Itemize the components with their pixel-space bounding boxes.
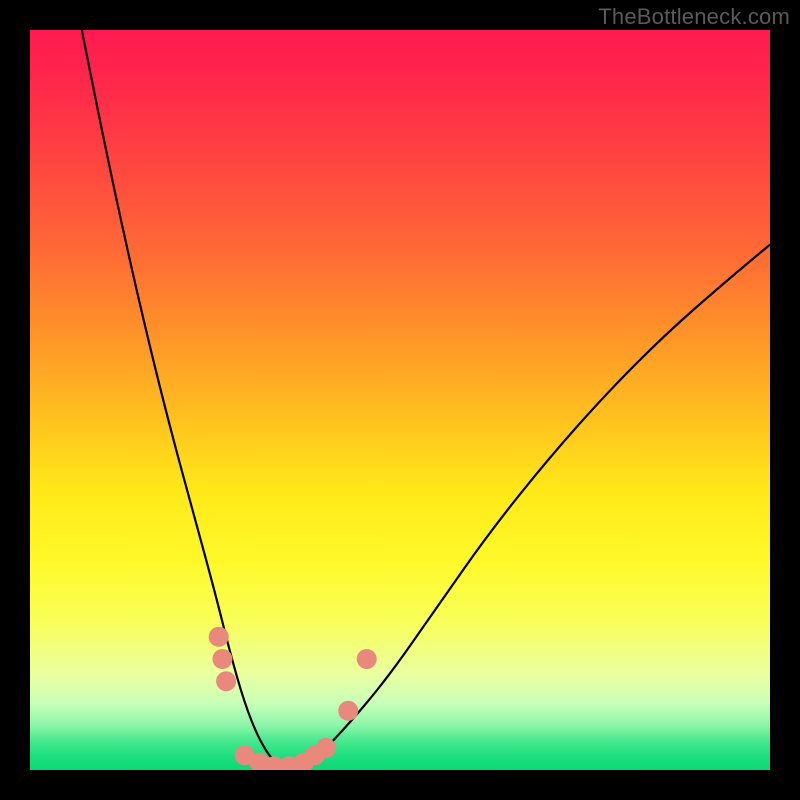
curve-layer <box>30 30 770 770</box>
curve-marker <box>316 738 336 758</box>
curve-marker <box>338 701 358 721</box>
curve-marker <box>357 649 377 669</box>
curve-marker <box>212 649 232 669</box>
watermark-text: TheBottleneck.com <box>598 4 790 30</box>
curve-marker <box>216 671 236 691</box>
bottleneck-curve <box>82 30 770 768</box>
plot-area <box>30 30 770 770</box>
curve-marker <box>209 627 229 647</box>
curve-markers <box>209 627 377 770</box>
